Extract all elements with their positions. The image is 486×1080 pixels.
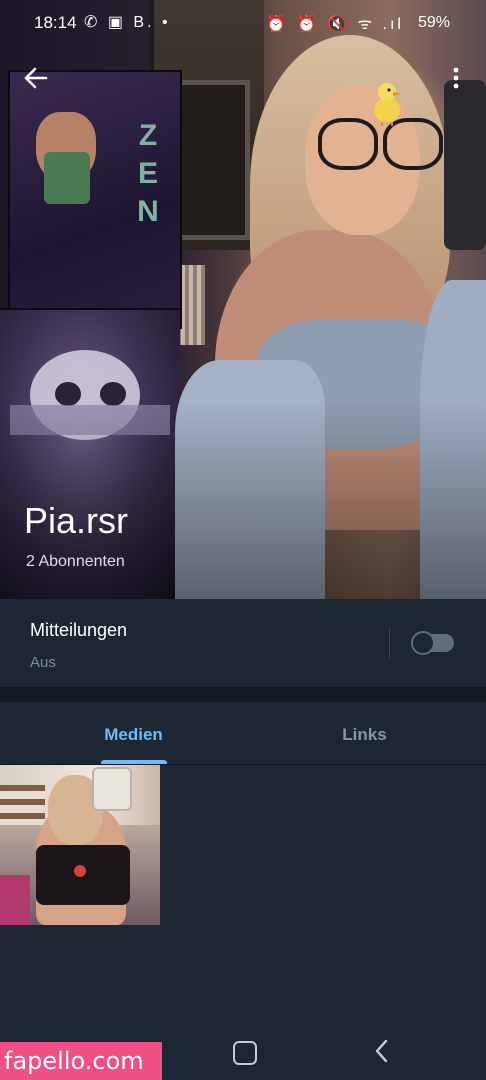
- active-tab-indicator: [101, 760, 167, 764]
- duck-sticker-icon: [374, 83, 401, 126]
- tab-links[interactable]: Links: [243, 702, 486, 764]
- tab-label: Links: [342, 725, 387, 744]
- notification-icons: ✆ ▣ B. •: [84, 14, 171, 31]
- media-grid: [0, 765, 486, 1020]
- arrow-left-icon[interactable]: [20, 62, 52, 94]
- status-bar: 18:14 ✆ ▣ B. • ⏰ ⏰ 🔇 ᯤ .ıl 59%: [0, 0, 486, 48]
- photo-phone: [444, 80, 486, 250]
- notifications-title: Mitteilungen: [30, 620, 128, 640]
- divider: [389, 628, 390, 658]
- tab-media[interactable]: Medien: [12, 702, 255, 764]
- watermark: fapello.com: [0, 1042, 162, 1080]
- home-icon[interactable]: [233, 1041, 257, 1065]
- notifications-toggle[interactable]: [411, 631, 454, 655]
- more-vertical-icon[interactable]: [446, 62, 466, 94]
- tab-label: Medien: [104, 725, 163, 744]
- system-icons: ⏰ ⏰ 🔇 ᯤ .ıl: [266, 16, 404, 33]
- glasses-icon: [318, 118, 378, 170]
- notifications-status: Aus: [30, 654, 56, 671]
- media-tabs: Medien Links: [0, 702, 486, 765]
- photo-window-frame: [170, 80, 250, 240]
- section-divider: [0, 687, 486, 702]
- photo-poster-left: ZEN: [8, 70, 182, 329]
- back-icon[interactable]: [372, 1038, 392, 1064]
- toggle-knob: [411, 631, 435, 655]
- status-time: 18:14: [34, 13, 77, 32]
- media-thumbnail[interactable]: [0, 765, 160, 925]
- notifications-row[interactable]: Mitteilungen Aus: [0, 599, 486, 687]
- subscriber-count: 2 Abonnenten: [26, 553, 125, 570]
- profile-name: Pia.rsr: [24, 500, 129, 541]
- battery-icon: 59%: [417, 14, 450, 31]
- watermark-text: fapello.com: [4, 1047, 144, 1075]
